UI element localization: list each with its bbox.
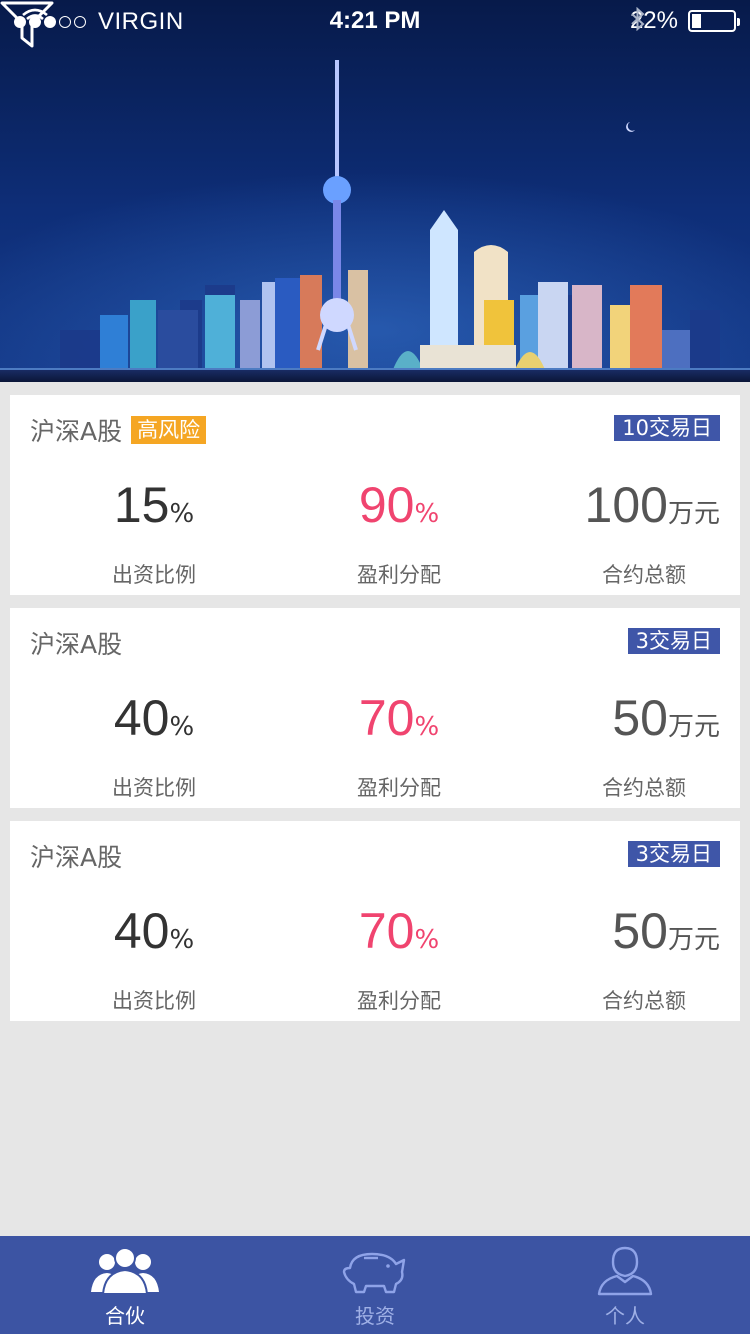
investment-ratio: 15% 出资比例 — [76, 475, 232, 589]
contract-total-value: 50 — [612, 903, 668, 959]
tab-label: 投资 — [355, 1304, 395, 1328]
card-title-row: 沪深A股 — [30, 625, 122, 661]
profit-share-value: 70 — [358, 903, 415, 959]
contract-total-label: 合约总额 — [602, 776, 686, 800]
contract-total-value: 100 — [584, 477, 668, 533]
bluetooth-icon — [631, 7, 645, 31]
tab-label: 合伙 — [105, 1304, 145, 1328]
investment-ratio-unit: % — [169, 499, 195, 529]
investment-ratio-unit: % — [169, 712, 195, 742]
market-name: 沪深A股 — [30, 417, 123, 446]
skyline-image — [0, 0, 750, 382]
bottom-tab-bar: 合伙 投资 个人 — [0, 1236, 750, 1334]
investment-ratio-unit: % — [169, 925, 195, 955]
tab-label: 个人 — [605, 1304, 645, 1328]
status-bar: VIRGIN 4:21 PM 22% — [0, 0, 750, 40]
product-card[interactable]: 沪深A股 3交易日 40% 出资比例 70% 盈利分配 50万元 合约总额 — [10, 821, 740, 1021]
profit-share-label: 盈利分配 — [357, 989, 441, 1013]
market-name: 沪深A股 — [30, 843, 123, 872]
product-card[interactable]: 沪深A股 高风险 10交易日 15% 出资比例 90% 盈利分配 100万元 合… — [10, 395, 740, 595]
trading-days-badge: 3交易日 — [627, 841, 720, 867]
investment-ratio-value: 40 — [113, 690, 170, 746]
contract-total: 50万元 合约总额 — [579, 688, 720, 802]
status-right: 22% — [630, 7, 740, 35]
profit-share-value: 70 — [358, 690, 415, 746]
filter-icon[interactable] — [0, 0, 54, 50]
product-list: 沪深A股 高风险 10交易日 15% 出资比例 90% 盈利分配 100万元 合… — [10, 395, 740, 1034]
profit-share-value: 90 — [358, 477, 415, 533]
risk-badge: 高风险 — [131, 416, 207, 444]
battery-icon — [688, 10, 740, 32]
profit-share-unit: % — [414, 925, 440, 955]
card-title-row: 沪深A股 — [30, 838, 122, 874]
tab-invest[interactable]: 投资 — [250, 1236, 500, 1334]
investment-ratio-label: 出资比例 — [112, 563, 196, 587]
tab-personal[interactable]: 个人 — [500, 1236, 750, 1334]
investment-ratio-value: 15 — [113, 477, 170, 533]
person-icon — [597, 1246, 653, 1296]
contract-total-value: 50 — [612, 690, 668, 746]
investment-ratio: 40% 出资比例 — [76, 901, 232, 1015]
piggy-bank-icon — [342, 1252, 406, 1294]
app-screen: VIRGIN 4:21 PM 22% 沪深A股 高风险 10交易日 15% 出资… — [0, 0, 750, 1334]
product-card[interactable]: 沪深A股 3交易日 40% 出资比例 70% 盈利分配 50万元 合约总额 — [10, 608, 740, 808]
card-title-row: 沪深A股 高风险 — [30, 412, 207, 448]
contract-total-label: 合约总额 — [602, 989, 686, 1013]
profit-share-label: 盈利分配 — [357, 776, 441, 800]
contract-total-unit: 万元 — [667, 499, 720, 529]
contract-total: 100万元 合约总额 — [579, 475, 720, 589]
trading-days-badge: 3交易日 — [627, 628, 720, 654]
trading-days-badge: 10交易日 — [614, 415, 720, 441]
contract-total: 50万元 合约总额 — [579, 901, 720, 1015]
partners-icon — [91, 1247, 159, 1295]
tab-partners[interactable]: 合伙 — [0, 1236, 250, 1334]
profit-share: 70% 盈利分配 — [321, 901, 477, 1015]
contract-total-unit: 万元 — [667, 712, 720, 742]
investment-ratio-label: 出资比例 — [112, 989, 196, 1013]
profit-share-unit: % — [414, 712, 440, 742]
profit-share: 70% 盈利分配 — [321, 688, 477, 802]
profit-share-label: 盈利分配 — [357, 563, 441, 587]
contract-total-unit: 万元 — [667, 925, 720, 955]
profit-share-unit: % — [414, 499, 440, 529]
hero-banner: VIRGIN 4:21 PM 22% — [0, 0, 750, 382]
market-name: 沪深A股 — [30, 630, 123, 659]
investment-ratio-label: 出资比例 — [112, 776, 196, 800]
battery-fill — [692, 14, 701, 28]
investment-ratio: 40% 出资比例 — [76, 688, 232, 802]
profit-share: 90% 盈利分配 — [321, 475, 477, 589]
investment-ratio-value: 40 — [113, 903, 170, 959]
contract-total-label: 合约总额 — [602, 563, 686, 587]
